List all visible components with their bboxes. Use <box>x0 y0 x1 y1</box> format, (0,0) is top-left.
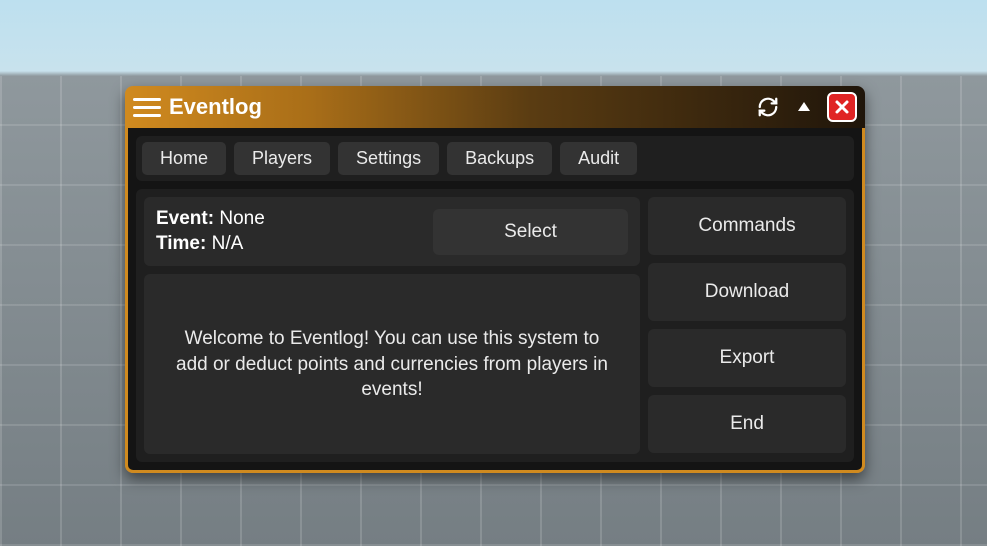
event-info-text: Event: None Time: N/A <box>156 207 265 256</box>
refresh-icon[interactable] <box>755 94 781 120</box>
time-label: Time: <box>156 233 206 254</box>
eventlog-window: Eventlog <box>125 86 865 473</box>
event-value: None <box>219 208 264 229</box>
collapse-icon[interactable] <box>791 94 817 120</box>
window-body: Home Players Settings Backups Audit Even… <box>125 128 865 473</box>
tab-players[interactable]: Players <box>234 142 330 175</box>
main-column: Event: None Time: N/A Select Welcome to … <box>144 197 640 454</box>
titlebar-controls <box>755 92 857 122</box>
menu-icon[interactable] <box>133 93 161 121</box>
tab-backups[interactable]: Backups <box>447 142 552 175</box>
event-label: Event: <box>156 208 214 229</box>
close-button[interactable] <box>827 92 857 122</box>
commands-button[interactable]: Commands <box>648 197 846 255</box>
event-info-card: Event: None Time: N/A Select <box>144 197 640 266</box>
welcome-message: Welcome to Eventlog! You can use this sy… <box>144 274 640 454</box>
side-column: Commands Download Export End <box>648 197 846 454</box>
export-button[interactable]: Export <box>648 329 846 387</box>
tab-audit[interactable]: Audit <box>560 142 637 175</box>
select-button[interactable]: Select <box>433 209 628 255</box>
tab-bar: Home Players Settings Backups Audit <box>136 136 854 181</box>
tab-home[interactable]: Home <box>142 142 226 175</box>
content-area: Event: None Time: N/A Select Welcome to … <box>136 189 854 462</box>
tab-settings[interactable]: Settings <box>338 142 439 175</box>
titlebar: Eventlog <box>125 86 865 128</box>
time-value: N/A <box>212 233 244 254</box>
window-title: Eventlog <box>169 94 262 120</box>
download-button[interactable]: Download <box>648 263 846 321</box>
end-button[interactable]: End <box>648 395 846 453</box>
